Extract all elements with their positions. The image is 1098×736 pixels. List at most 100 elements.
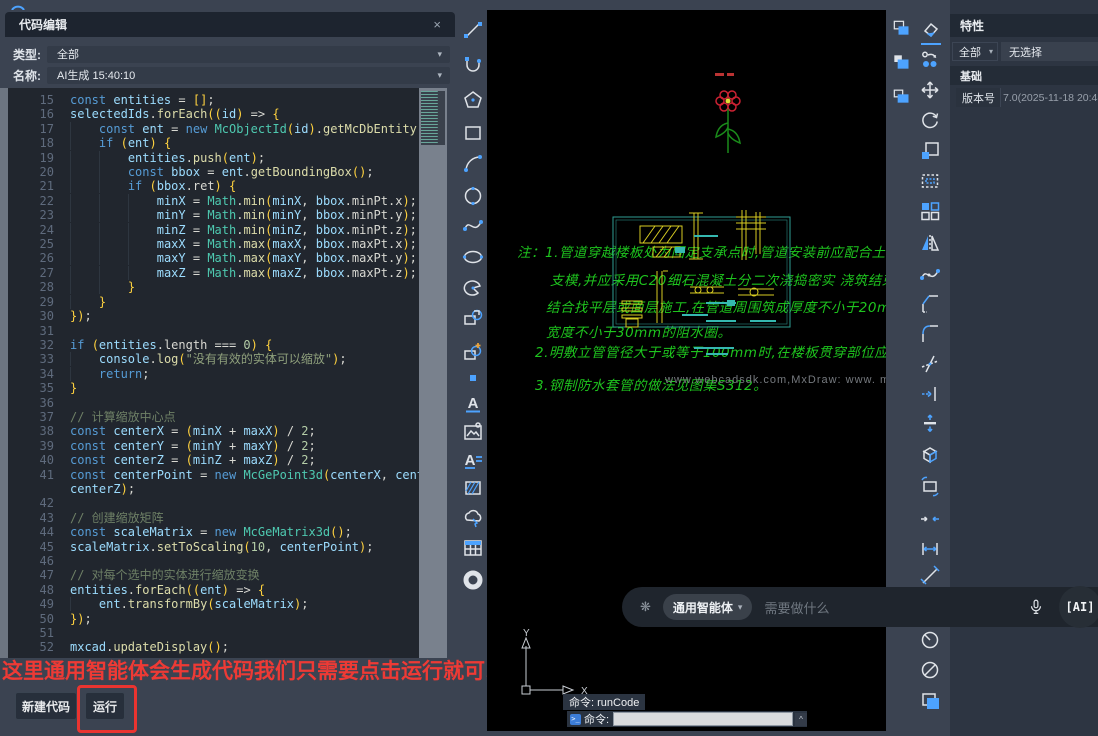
code-panel-titlebar: 代码编辑 ×: [5, 12, 455, 37]
distance-icon[interactable]: [918, 537, 942, 561]
copy-icon[interactable]: [918, 48, 942, 72]
type-label: 类型:: [13, 46, 47, 63]
app-root: 代码编辑 × 类型: 全部 ▾ 名称: AI生成 15:40:10 ▾ 15co…: [0, 0, 1098, 736]
image-icon[interactable]: [461, 420, 485, 444]
code-line: 38const centerX = (minX + maxX) / 2;: [8, 424, 419, 438]
dim-diameter-icon[interactable]: [918, 658, 942, 682]
line-icon[interactable]: [461, 18, 485, 42]
point-icon[interactable]: [461, 366, 485, 390]
panel-left-strip: [0, 88, 8, 658]
rotate-icon[interactable]: [918, 108, 942, 132]
join-icon[interactable]: [918, 507, 942, 531]
hatch-icon[interactable]: [461, 476, 485, 500]
arc-icon[interactable]: [461, 151, 485, 175]
polyline-arc-icon[interactable]: [461, 52, 485, 76]
version-label: 版本号: [956, 88, 1001, 107]
version-value: 7.0(2025-11-18 20:48 0: [1003, 88, 1098, 107]
paste-block-icon[interactable]: [891, 52, 911, 72]
block-create-icon[interactable]: [461, 340, 485, 364]
chevron-down-icon: ▾: [437, 49, 442, 60]
svg-text:A: A: [465, 452, 476, 469]
layers-icon[interactable]: [918, 689, 942, 713]
spline-icon[interactable]: [461, 214, 485, 238]
dim-radius-icon[interactable]: [918, 628, 942, 652]
code-line: 35}: [8, 381, 419, 395]
name-select-value: AI生成 15:40:10: [57, 67, 135, 83]
type-select[interactable]: 全部 ▾: [47, 46, 450, 63]
mtext-icon[interactable]: A: [461, 448, 485, 472]
code-line: 40const centerZ = (minZ + maxZ) / 2;: [8, 453, 419, 467]
code-line: 39const centerY = (minY + maxY) / 2;: [8, 439, 419, 453]
code-line: 26 maxY = Math.max(maxY, bbox.maxPt.y);: [8, 251, 419, 265]
donut-icon[interactable]: [461, 568, 485, 592]
new-code-button[interactable]: 新建代码: [15, 692, 77, 720]
ai-agent-button[interactable]: [AI]: [1059, 586, 1098, 628]
array-icon[interactable]: [918, 199, 942, 223]
extend-icon[interactable]: [918, 382, 942, 406]
rectangle-icon[interactable]: [461, 121, 485, 145]
code-editor[interactable]: 15const entities = [];16selectedIds.forE…: [8, 88, 419, 658]
ucs-icon: Y X: [515, 628, 615, 698]
chamfer-icon[interactable]: [918, 292, 942, 316]
code-line: 36: [8, 396, 419, 410]
block-insert-icon[interactable]: [461, 306, 485, 330]
microphone-icon[interactable]: [1027, 598, 1045, 616]
chevron-down-icon: ▾: [738, 602, 743, 613]
stretch-icon[interactable]: [918, 169, 942, 193]
code-line: 16selectedIds.forEach((id) => {: [8, 107, 419, 121]
tutorial-annotation: 这里通用智能体会生成代码我们只需要点击运行就可以了: [2, 655, 494, 685]
agent-select[interactable]: 通用智能体 ▾: [663, 594, 753, 620]
move-icon[interactable]: [918, 78, 942, 102]
code-line: 49 ent.transformBy(scaleMatrix);: [8, 597, 419, 611]
ellipse-arc-icon[interactable]: [461, 276, 485, 300]
agent-name: 通用智能体: [673, 599, 733, 616]
run-button[interactable]: 运行: [85, 692, 125, 720]
text-icon[interactable]: A: [461, 392, 485, 416]
trim-icon[interactable]: [918, 352, 942, 376]
flower-symbol: [707, 65, 751, 155]
code-panel-title: 代码编辑: [19, 16, 67, 33]
code-line: 47// 对每个选中的实体进行缩放变换: [8, 568, 419, 582]
paste-icon[interactable]: [891, 18, 911, 38]
polygon-icon[interactable]: [461, 88, 485, 112]
name-select[interactable]: AI生成 15:40:10 ▾: [47, 67, 450, 84]
box-3d-icon[interactable]: [918, 443, 942, 467]
command-input[interactable]: [613, 712, 793, 726]
properties-filter-select[interactable]: 全部 ▾: [952, 42, 998, 61]
paste-origin-icon[interactable]: [891, 86, 911, 106]
minimap-content: [421, 91, 445, 145]
code-line: centerZ);: [8, 482, 419, 496]
command-label: 命令:: [584, 711, 609, 727]
dim-aligned-icon[interactable]: [918, 564, 942, 588]
eraser-icon[interactable]: [918, 18, 942, 42]
caret-up-icon[interactable]: ^: [795, 713, 807, 726]
table-icon[interactable]: [461, 536, 485, 560]
close-icon[interactable]: ×: [433, 17, 441, 32]
ai-chat-bar: ❋ 通用智能体 ▾ 需要做什么 [AI]: [622, 587, 1098, 627]
code-line: 22 minX = Math.min(minX, bbox.minPt.x);: [8, 194, 419, 208]
revision-cloud-icon[interactable]: [461, 506, 485, 530]
spline-edit-icon[interactable]: [918, 263, 942, 287]
properties-filter-value: 全部: [959, 44, 981, 60]
type-row: 类型: 全部 ▾: [5, 45, 455, 63]
detail-drawing: [607, 210, 797, 360]
mirror-icon[interactable]: [918, 231, 942, 255]
ellipse-icon[interactable]: [461, 245, 485, 269]
sparkle-icon: ❋: [640, 599, 651, 615]
scale-icon[interactable]: [918, 139, 942, 163]
code-line: 50});: [8, 612, 419, 626]
minimap[interactable]: [419, 88, 447, 658]
properties-section-basic[interactable]: 基础: [950, 66, 1098, 85]
selection-status: 无选择: [1001, 42, 1098, 61]
circle-icon[interactable]: [461, 184, 485, 208]
chat-input[interactable]: 需要做什么: [764, 598, 1027, 617]
offset-icon[interactable]: [918, 411, 942, 435]
svg-text:A: A: [468, 395, 479, 412]
code-line: 45scaleMatrix.setToScaling(10, centerPoi…: [8, 540, 419, 554]
chevron-down-icon: ▾: [989, 47, 993, 56]
terminal-icon: >_: [570, 714, 581, 725]
fillet-icon[interactable]: [918, 322, 942, 346]
code-line: 17 const ent = new McObjectId(id).getMcD…: [8, 122, 419, 136]
code-line: 32if (entities.length === 0) {: [8, 338, 419, 352]
rotate-rect-icon[interactable]: [918, 474, 942, 498]
